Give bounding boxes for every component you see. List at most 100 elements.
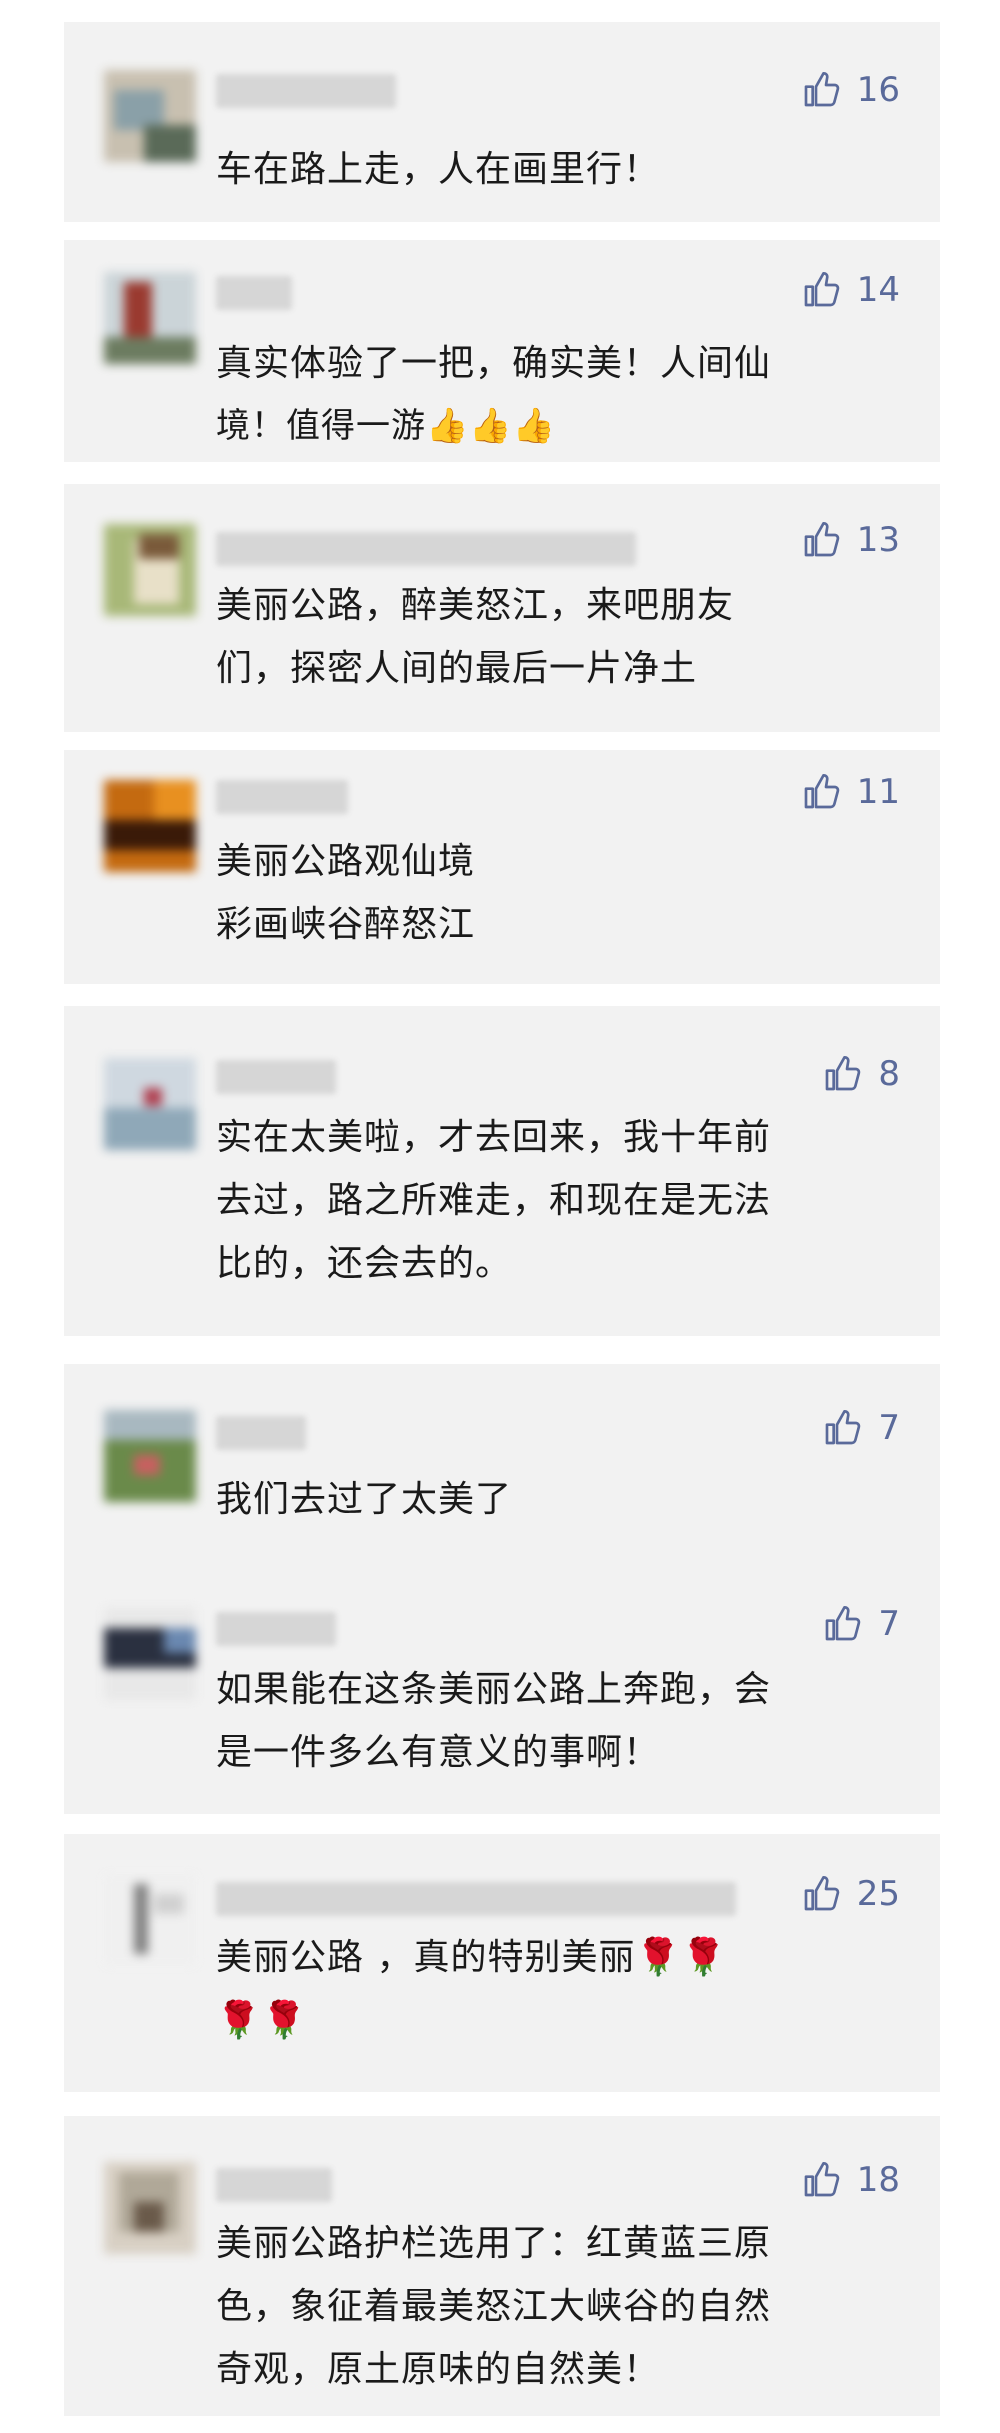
comment-line: 去过，路之所难走，和现在是无法	[216, 1180, 772, 1221]
like-count: 13	[856, 520, 900, 560]
comment-line: 实在太美啦，才去回来，我十年前	[216, 1117, 772, 1158]
comment-card: 14 真实体验了一把，确实美！人间仙 境！值得一游👍👍👍	[64, 240, 940, 462]
comment-text: 美丽公路观仙境 彩画峡谷醉怒江	[216, 830, 900, 956]
like-button[interactable]: 25	[801, 1874, 900, 1914]
comment-card: 11 美丽公路观仙境 彩画峡谷醉怒江	[64, 750, 940, 984]
comment-item: 18 美丽公路护栏选用了：红黄蓝三原 色，象征着最美怒江大峡谷的自然 奇观，原土…	[64, 2116, 940, 2416]
avatar[interactable]	[104, 1410, 196, 1502]
avatar[interactable]	[104, 1874, 196, 1966]
avatar-image	[154, 780, 196, 820]
comment-card: 25 美丽公路 ，真的特别美丽🌹🌹 🌹🌹	[64, 1834, 940, 2092]
like-count: 11	[856, 772, 900, 812]
comment-line: 美丽公路 ，真的特别美丽🌹🌹	[216, 1937, 728, 1978]
comment-text: 美丽公路 ，真的特别美丽🌹🌹 🌹🌹	[216, 1926, 900, 2052]
thumbs-up-icon	[826, 1410, 861, 1445]
like-count: 16	[856, 70, 900, 110]
comment-line: 们，探密人间的最后一片净土	[216, 648, 698, 689]
comment-line: 比的，还会去的。	[216, 1243, 513, 1284]
thumbs-up-icon	[826, 1056, 861, 1091]
avatar-image	[134, 2202, 164, 2232]
avatar-image	[104, 820, 196, 850]
username-blurred[interactable]	[216, 1416, 306, 1450]
avatar-image	[104, 1874, 196, 1966]
comment-line: 美丽公路观仙境	[216, 841, 476, 882]
avatar[interactable]	[104, 70, 196, 162]
username-blurred[interactable]	[216, 1060, 336, 1094]
comment-line: 车在路上走，人在画里行！	[216, 149, 661, 190]
avatar[interactable]	[104, 1058, 196, 1150]
avatar[interactable]	[104, 1608, 196, 1700]
like-button[interactable]: 16	[801, 70, 900, 110]
like-button[interactable]: 14	[801, 270, 900, 310]
like-button[interactable]: 13	[801, 520, 900, 560]
avatar-image	[164, 1628, 196, 1653]
avatar-image	[114, 90, 164, 130]
comment-text: 真实体验了一把，确实美！人间仙 境！值得一游👍👍👍	[216, 332, 900, 458]
thumbs-up-icon	[804, 2162, 839, 2197]
comment-item: 13 美丽公路，醉美怒江，来吧朋友 们，探密人间的最后一片净土	[64, 484, 940, 732]
comment-card: 7 我们去过了太美了 7 如果能在这条美丽公路上奔跑，会 是一件多么有意义的事啊…	[64, 1364, 940, 1814]
avatar[interactable]	[104, 272, 196, 364]
like-button[interactable]: 8	[822, 1054, 900, 1094]
avatar-image	[144, 125, 196, 162]
thumbs-up-icon	[804, 272, 839, 307]
comment-item: 7 我们去过了太美了	[64, 1364, 940, 1554]
comment-line: 美丽公路护栏选用了：红黄蓝三原	[216, 2223, 772, 2264]
thumbs-up-icon	[804, 72, 839, 107]
avatar-image	[104, 337, 196, 364]
comment-line: 真实体验了一把，确实美！人间仙	[216, 343, 772, 384]
username-blurred[interactable]	[216, 276, 292, 310]
comment-text: 车在路上走，人在画里行！	[216, 138, 900, 201]
comment-line: 美丽公路，醉美怒江，来吧朋友	[216, 585, 735, 626]
comment-text: 如果能在这条美丽公路上奔跑，会 是一件多么有意义的事啊！	[216, 1658, 900, 1784]
like-count: 7	[878, 1604, 900, 1644]
comment-text: 我们去过了太美了	[216, 1468, 900, 1531]
username-blurred[interactable]	[216, 780, 348, 814]
like-count: 25	[856, 1874, 900, 1914]
like-count: 18	[856, 2160, 900, 2200]
comment-item: 11 美丽公路观仙境 彩画峡谷醉怒江	[64, 750, 940, 984]
comment-line: 境！值得一游👍👍👍	[216, 406, 557, 446]
comment-item: 25 美丽公路 ，真的特别美丽🌹🌹 🌹🌹	[64, 1834, 940, 2092]
comment-text: 美丽公路，醉美怒江，来吧朋友 们，探密人间的最后一片净土	[216, 574, 900, 700]
comment-card: 13 美丽公路，醉美怒江，来吧朋友 们，探密人间的最后一片净土	[64, 484, 940, 732]
avatar-image	[154, 1894, 184, 1914]
username-blurred[interactable]	[216, 2168, 332, 2202]
username-blurred[interactable]	[216, 532, 636, 566]
username-blurred[interactable]	[216, 1882, 736, 1916]
comment-item: 8 实在太美啦，才去回来，我十年前 去过，路之所难走，和现在是无法 比的，还会去…	[64, 1006, 940, 1336]
like-count: 8	[878, 1054, 900, 1094]
avatar[interactable]	[104, 524, 196, 616]
comment-item: 14 真实体验了一把，确实美！人间仙 境！值得一游👍👍👍	[64, 240, 940, 462]
comment-line: 奇观，原土原味的自然美！	[216, 2349, 661, 2390]
username-blurred[interactable]	[216, 74, 396, 108]
comment-line: 如果能在这条美丽公路上奔跑，会	[216, 1669, 772, 1710]
username-blurred[interactable]	[216, 1612, 336, 1646]
like-button[interactable]: 18	[801, 2160, 900, 2200]
comment-item: 16 车在路上走，人在画里行！	[64, 22, 940, 222]
avatar[interactable]	[104, 780, 196, 872]
avatar[interactable]	[104, 2162, 196, 2254]
comment-text: 美丽公路护栏选用了：红黄蓝三原 色，象征着最美怒江大峡谷的自然 奇观，原土原味的…	[216, 2212, 900, 2401]
thumbs-up-icon	[804, 1876, 839, 1911]
avatar-image	[134, 1455, 160, 1475]
like-count: 14	[856, 270, 900, 310]
comment-item: 7 如果能在这条美丽公路上奔跑，会 是一件多么有意义的事啊！	[64, 1560, 940, 1814]
avatar-image	[139, 534, 179, 559]
like-button[interactable]: 11	[801, 772, 900, 812]
like-button[interactable]: 7	[822, 1408, 900, 1448]
comment-card: 8 实在太美啦，才去回来，我十年前 去过，路之所难走，和现在是无法 比的，还会去…	[64, 1006, 940, 1336]
comment-card: 16 车在路上走，人在画里行！	[64, 22, 940, 222]
comment-line: 🌹🌹	[216, 2000, 308, 2041]
comment-line: 我们去过了太美了	[216, 1479, 513, 1520]
like-button[interactable]: 7	[822, 1604, 900, 1644]
like-count: 7	[878, 1408, 900, 1448]
avatar-image	[134, 1884, 148, 1954]
comment-card: 18 美丽公路护栏选用了：红黄蓝三原 色，象征着最美怒江大峡谷的自然 奇观，原土…	[64, 2116, 940, 2416]
thumbs-up-icon	[826, 1606, 861, 1641]
comment-line: 彩画峡谷醉怒江	[216, 904, 476, 945]
avatar-image	[104, 1108, 196, 1150]
comment-text: 实在太美啦，才去回来，我十年前 去过，路之所难走，和现在是无法 比的，还会去的。	[216, 1106, 900, 1295]
comment-line: 色，象征着最美怒江大峡谷的自然	[216, 2286, 772, 2327]
avatar-image	[144, 1088, 162, 1106]
